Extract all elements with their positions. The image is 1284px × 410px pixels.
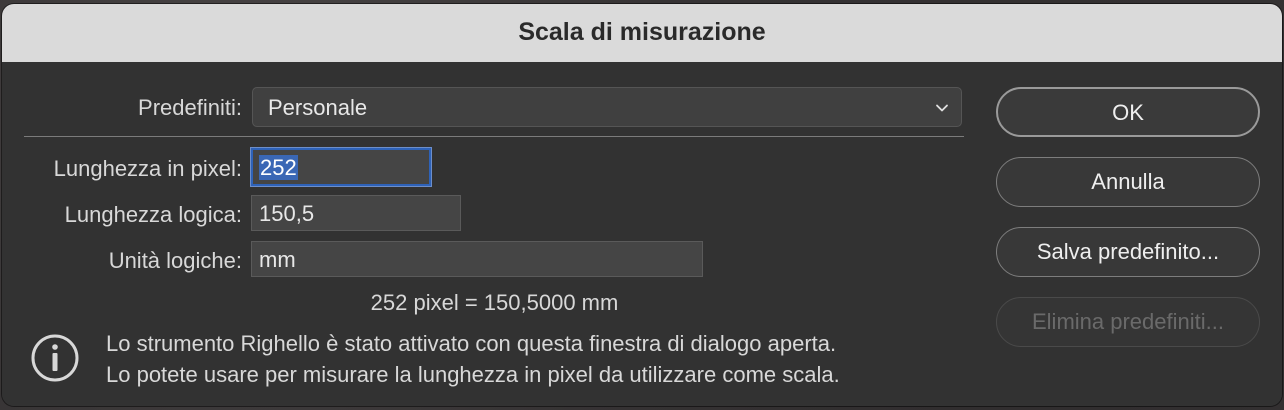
- ok-button[interactable]: OK: [996, 87, 1260, 137]
- logical-length-label: Lunghezza logica:: [64, 202, 242, 227]
- separator: [24, 136, 964, 137]
- dialog-titlebar[interactable]: Scala di misurazione: [2, 4, 1282, 63]
- logical-length-value: 150,5: [259, 201, 315, 226]
- dialog-body: Predefiniti: Personale Lunghezza in pixe…: [2, 62, 1282, 406]
- logical-units-input[interactable]: mm: [251, 241, 703, 277]
- pixel-length-label: Lunghezza in pixel:: [53, 156, 242, 181]
- pixel-length-value: 252: [259, 155, 298, 180]
- save-preset-button[interactable]: Salva predefinito...: [996, 227, 1260, 277]
- chevron-down-icon: [936, 104, 948, 112]
- scale-equation: 252 pixel = 150,5000 mm: [370, 290, 619, 315]
- delete-presets-button[interactable]: Elimina predefiniti...: [996, 297, 1260, 347]
- logical-length-input[interactable]: 150,5: [251, 195, 461, 231]
- cancel-button[interactable]: Annulla: [996, 157, 1260, 207]
- presets-label: Predefiniti:: [138, 95, 242, 120]
- info-circle-icon: [31, 334, 79, 382]
- measurement-scale-dialog: Scala di misurazione Predefiniti: Person…: [2, 4, 1282, 406]
- info-message: Lo strumento Righello è stato attivato c…: [106, 328, 840, 390]
- presets-dropdown[interactable]: Personale: [252, 87, 962, 127]
- presets-selected-value: Personale: [268, 95, 368, 120]
- dialog-title: Scala di misurazione: [518, 18, 766, 46]
- info-line-1: Lo strumento Righello è stato attivato c…: [106, 331, 837, 356]
- logical-units-label: Unità logiche:: [108, 248, 242, 273]
- logical-units-value: mm: [259, 247, 296, 272]
- pixel-length-input[interactable]: 252: [250, 147, 432, 187]
- info-line-2: Lo potete usare per misurare la lunghezz…: [106, 362, 840, 387]
